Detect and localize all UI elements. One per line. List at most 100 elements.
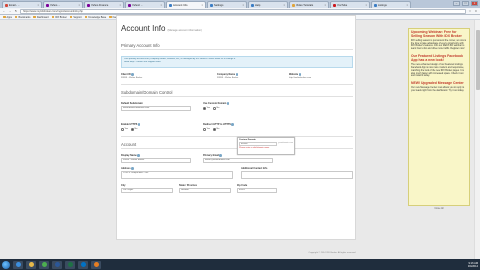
bookmark-item[interactable]: Dashboard (33, 16, 49, 19)
browser-tab[interactable]: Yahoo ... × (43, 1, 83, 8)
tab-title: Help (255, 3, 261, 7)
display-name-field[interactable]: 99999 - Walter Broker (121, 158, 191, 163)
browser-tab[interactable]: Settings × (207, 1, 247, 8)
browser-toolbar: ← → ↻ https://www.myidxbroker.com/mgmt/a… (0, 8, 480, 15)
address-field[interactable]: 1234 S. Sample Ave #100 (121, 171, 233, 179)
https-no-radio[interactable]: No (131, 128, 137, 131)
taskbar-app[interactable] (91, 260, 101, 269)
close-icon[interactable]: × (471, 1, 478, 6)
browser-tab[interactable]: Help × (248, 1, 288, 8)
tab-close-icon[interactable]: × (119, 4, 121, 7)
state-select[interactable]: Nevada (179, 188, 231, 193)
info-icon[interactable] (235, 73, 239, 76)
tab-close-icon[interactable]: × (406, 4, 408, 7)
browser-tab[interactable]: Listings × (371, 1, 411, 8)
taskbar-app[interactable] (52, 260, 62, 269)
tab-favicon-icon (210, 3, 213, 7)
tab-close-icon[interactable]: × (160, 4, 162, 7)
page-scrollbar[interactable] (474, 20, 480, 259)
tab-close-icon[interactable]: × (201, 4, 203, 7)
radio-selected-icon (131, 128, 134, 131)
notice-line-2: Need help? Contact our support team. (124, 61, 162, 63)
browser-tab[interactable]: Video Tutorials × (289, 1, 329, 8)
browser-tab[interactable]: Yahoo Finance × (84, 1, 124, 8)
address-bar[interactable]: https://www.myidxbroker.com/mgmt/account… (20, 8, 466, 14)
tab-close-icon[interactable]: × (37, 4, 39, 7)
zip-label: Zip Code (237, 184, 247, 187)
info-icon[interactable] (131, 167, 134, 170)
divider (121, 96, 353, 97)
page-title: Account Info (Manage account information) (121, 24, 202, 33)
redirect-https-label: Redirect HTTP to HTTPS (203, 123, 234, 126)
custom-domain-input[interactable]: domain (239, 142, 278, 146)
close-all-link[interactable]: Close All (420, 207, 458, 210)
outlook-icon (80, 262, 86, 267)
announcement-title[interactable]: Upcoming Webinar: Free for Selling Seaso… (411, 30, 467, 39)
forward-icon[interactable]: → (8, 9, 12, 13)
tab-close-icon[interactable]: × (324, 4, 326, 7)
bookmark-item[interactable]: Support (69, 16, 82, 19)
tab-close-icon[interactable]: × (283, 4, 285, 7)
browser-tab[interactable]: YouTube × (330, 1, 370, 8)
redirect-yes-radio[interactable]: Yes (203, 128, 210, 131)
tab-favicon-icon (128, 3, 131, 7)
radio-icon (203, 128, 206, 131)
state-label: State / Province (179, 184, 197, 187)
divider (121, 49, 353, 50)
browser-tab[interactable]: Email - ... × (2, 1, 42, 8)
taskbar-app[interactable] (78, 260, 88, 269)
custom-domain-yes-radio[interactable]: Yes (203, 107, 210, 110)
start-button-icon[interactable] (2, 260, 10, 269)
reload-icon[interactable]: ↻ (14, 9, 18, 13)
announcement-title[interactable]: NEW! Upgraded Message Center (411, 82, 467, 86)
custom-domain-no-radio[interactable]: No (213, 107, 219, 110)
bookmark-item[interactable]: Knowledge Base (84, 16, 106, 19)
redirect-no-radio[interactable]: No (213, 128, 219, 131)
account-info-panel: Account Info (Manage account information)… (116, 15, 356, 240)
popup-input-row: domain yourdomain.com (239, 142, 293, 146)
tab-favicon-icon (251, 3, 254, 7)
bookmark-item[interactable]: Bookmarks (14, 16, 30, 19)
tab-close-icon[interactable]: × (78, 4, 80, 7)
star-icon[interactable]: ☆ (468, 9, 472, 13)
back-icon[interactable]: ← (2, 9, 6, 13)
redirect-https-label-text: Redirect HTTP to HTTPS (203, 123, 231, 126)
word-icon (54, 262, 60, 267)
zip-field[interactable]: 89101 (237, 188, 277, 193)
zip-label-text: Zip Code (237, 184, 248, 187)
tab-favicon-icon (374, 3, 377, 7)
maximize-icon[interactable]: □ (462, 1, 469, 6)
primary-email-field[interactable]: walter@walterbroker.com (203, 158, 273, 163)
bookmark-item[interactable]: IDX Broker (51, 15, 67, 19)
company-name-label-text: Company Name (217, 73, 236, 76)
browser-tab[interactable]: Yahoo! ... × (125, 1, 165, 8)
tab-close-icon[interactable]: × (242, 4, 244, 7)
website-label: Website (289, 73, 302, 76)
taskbar-app[interactable] (13, 260, 23, 269)
tab-close-icon[interactable]: × (365, 4, 367, 7)
info-icon[interactable] (298, 73, 302, 76)
system-clock[interactable]: 9:16 AM 3/4/2014 (468, 262, 478, 268)
menu-icon[interactable]: ≡ (474, 9, 478, 13)
announcement-title[interactable]: Our Featured Listings Facebook App has a… (411, 54, 467, 63)
info-icon[interactable] (131, 73, 134, 76)
company-name-label: Company Name (217, 73, 239, 76)
city-field[interactable]: Las Vegas (121, 188, 173, 193)
info-icon[interactable] (226, 102, 230, 105)
default-subdomain-field[interactable]: walterbroker.idxbroker.com (121, 106, 191, 111)
tab-title: Yahoo Finance (91, 3, 109, 7)
additional-contact-field[interactable] (241, 171, 353, 179)
scrollbar-thumb[interactable] (476, 30, 480, 90)
bookmark-item[interactable]: Apps (3, 16, 12, 19)
taskbar-app[interactable] (39, 260, 49, 269)
info-icon[interactable] (137, 154, 140, 157)
info-icon[interactable] (231, 123, 234, 126)
info-icon[interactable] (219, 154, 222, 157)
taskbar-app[interactable] (26, 260, 36, 269)
minimize-icon[interactable]: – (453, 1, 460, 6)
bookmark-label: IDX Broker (55, 15, 67, 19)
browser-tab[interactable]: Account Info × (166, 1, 206, 8)
taskbar-app[interactable] (65, 260, 75, 269)
info-icon[interactable] (137, 123, 141, 126)
https-yes-radio[interactable]: Yes (121, 128, 128, 131)
